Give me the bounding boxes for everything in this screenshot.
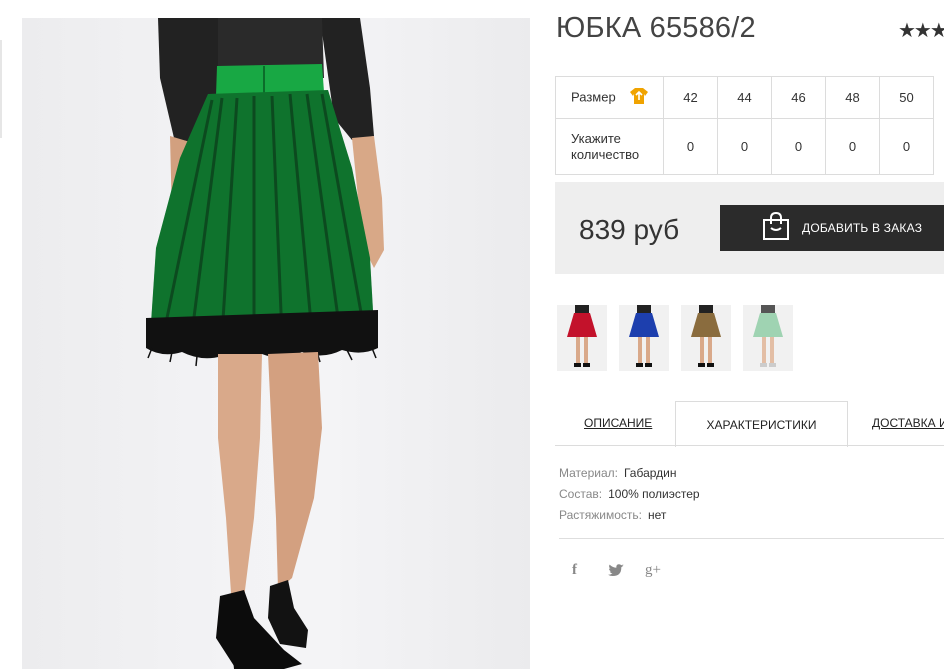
quantity-input[interactable]: 0 (771, 118, 826, 175)
google-plus-icon[interactable]: g+ (645, 562, 661, 579)
product-title: ЮБКА 65586/2 (556, 12, 756, 44)
thumbnail-blue-skirt[interactable] (619, 305, 669, 371)
quantity-input[interactable]: 0 (879, 118, 934, 175)
gallery-scroll-edge (0, 40, 2, 138)
thumbnail-beige-skirt[interactable] (681, 305, 731, 371)
product-info-tabs: ОПИСАНИЕ ХАРАКТЕРИСТИКИ ДОСТАВКА И (555, 401, 944, 447)
spec-key: Состав: (559, 487, 603, 501)
quantity-input[interactable]: 0 (825, 118, 880, 175)
spec-value: нет (648, 508, 667, 522)
size-row: Размер 42 44 46 48 50 (555, 76, 934, 119)
size-cell: 42 (663, 76, 718, 119)
section-divider (559, 538, 944, 539)
size-cell: 48 (825, 76, 880, 119)
quantity-input[interactable]: 0 (663, 118, 718, 175)
product-main-photo[interactable] (22, 18, 530, 669)
thumbnail-mint-skirt[interactable] (743, 305, 793, 371)
tab-delivery[interactable]: ДОСТАВКА И (872, 401, 944, 445)
quantity-row: Укажите количество 0 0 0 0 0 (555, 118, 934, 175)
facebook-icon[interactable]: f (572, 562, 577, 579)
add-to-order-button[interactable]: ДОБАВИТЬ В ЗАКАЗ (720, 205, 944, 251)
spec-value: Габардин (623, 466, 677, 480)
size-cell: 46 (771, 76, 826, 119)
twitter-icon[interactable] (608, 564, 624, 581)
size-cell: 44 (717, 76, 772, 119)
tabs-divider (555, 445, 944, 446)
tab-description[interactable]: ОПИСАНИЕ (584, 401, 652, 445)
spec-key: Растяжимость: (559, 508, 643, 522)
spec-row: Растяжимость: нет (559, 505, 700, 526)
tab-delivery-label: ДОСТАВКА И (872, 416, 944, 430)
tab-description-label: ОПИСАНИЕ (584, 416, 653, 430)
size-cell: 50 (879, 76, 934, 119)
spec-value: 100% полиэстер (608, 487, 700, 501)
size-chart-shirt-icon[interactable] (629, 87, 649, 109)
spec-row: Состав: 100% полиэстер (559, 484, 700, 505)
quantity-input[interactable]: 0 (717, 118, 772, 175)
size-label: Размер (571, 88, 616, 104)
tab-characteristics[interactable]: ХАРАКТЕРИСТИКИ (675, 401, 848, 447)
spec-key: Материал: (559, 466, 618, 480)
add-to-order-label: ДОБАВИТЬ В ЗАКАЗ (802, 221, 923, 235)
quantity-label: Укажите количество (555, 118, 664, 175)
product-price: 839 руб (579, 214, 680, 245)
buy-box: 839 руб ДОБАВИТЬ В ЗАКАЗ (555, 182, 944, 274)
tab-characteristics-label: ХАРАКТЕРИСТИКИ (706, 417, 817, 432)
size-header-cell: Размер (555, 76, 664, 119)
spec-row: Материал: Габардин (559, 463, 700, 484)
size-quantity-table: Размер 42 44 46 48 50 Укажите количество… (555, 76, 934, 175)
shopping-bag-icon (762, 211, 790, 246)
rating-stars: ★★★ (898, 20, 944, 42)
skirt-model-image (146, 18, 384, 669)
characteristics-list: Материал: Габардин Состав: 100% полиэстер … (559, 463, 700, 526)
thumbnail-red-skirt[interactable] (557, 305, 607, 371)
